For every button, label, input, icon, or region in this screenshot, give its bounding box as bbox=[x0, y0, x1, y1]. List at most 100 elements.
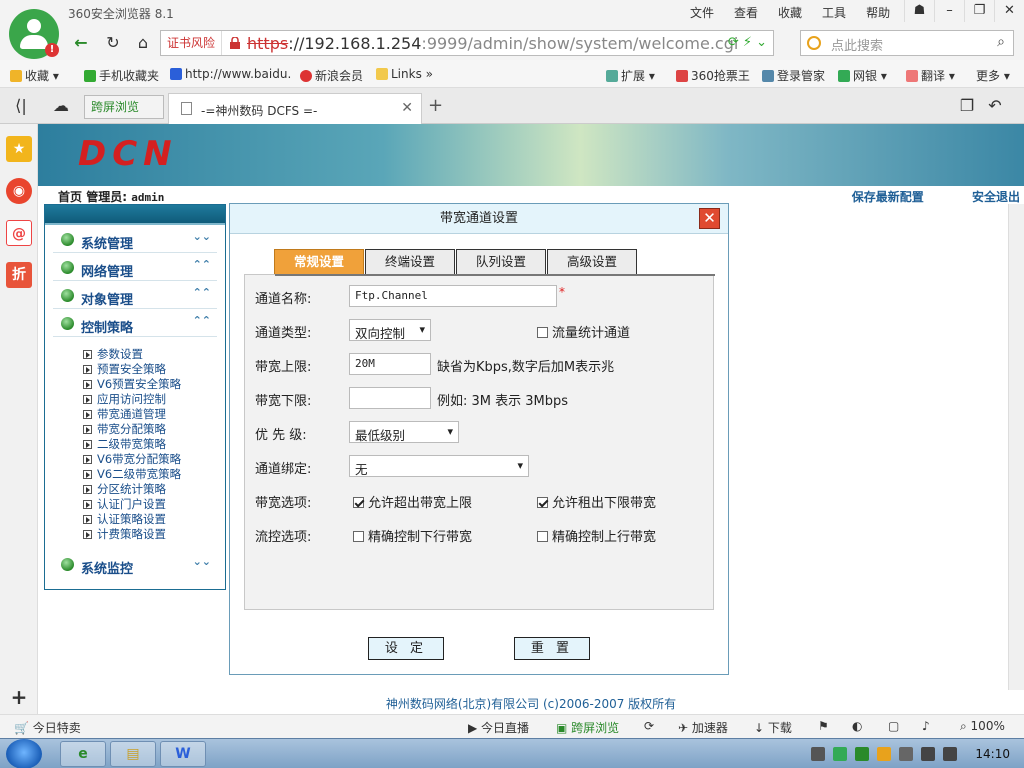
menu-object-management[interactable]: 对象管理 ⌃⌃ bbox=[53, 281, 217, 309]
favorites-button[interactable]: 收藏 ▾ bbox=[10, 67, 59, 84]
breadcrumb-home[interactable]: 首页 bbox=[58, 190, 82, 204]
weibo-icon[interactable]: ◉ bbox=[6, 178, 32, 204]
toolbar-ticket[interactable]: 360抢票王 bbox=[676, 67, 750, 84]
back-icon[interactable]: ← bbox=[70, 32, 92, 54]
fav-links-folder[interactable]: Links » bbox=[376, 67, 433, 81]
submenu-item[interactable]: 分区统计策略 bbox=[83, 482, 225, 497]
submenu-item[interactable]: 计费策略设置 bbox=[83, 527, 225, 542]
menu-network-management[interactable]: 网络管理 ⌃⌃ bbox=[53, 253, 217, 281]
page-scrollbar[interactable] bbox=[1008, 204, 1024, 690]
taskbar-clock[interactable]: 14:10 bbox=[975, 747, 1010, 761]
window-icon[interactable]: ▢ bbox=[888, 719, 899, 733]
minimize-icon[interactable]: – bbox=[934, 0, 964, 22]
menu-system-management[interactable]: 系统管理 ⌄⌄ bbox=[53, 225, 217, 253]
menu-favorites[interactable]: 收藏 bbox=[768, 4, 812, 21]
tray-app-icon[interactable] bbox=[877, 747, 892, 761]
user-avatar-icon[interactable]: ! bbox=[9, 9, 59, 59]
submenu-item[interactable]: V6二级带宽策略 bbox=[83, 467, 225, 482]
taskbar-folder-icon[interactable]: ▤ bbox=[110, 741, 156, 767]
collapse-icon[interactable]: ⌃⌃ bbox=[193, 286, 211, 299]
channel-bind-select[interactable]: 无 bbox=[349, 455, 529, 477]
tray-flag-icon[interactable] bbox=[899, 747, 914, 761]
tab-queue-settings[interactable]: 队列设置 bbox=[456, 249, 546, 274]
allow-exceed-upper-checkbox[interactable]: 允许超出带宽上限 bbox=[353, 492, 472, 511]
toolbar-more[interactable]: 更多 ▾ bbox=[976, 67, 1010, 84]
menu-system-monitor[interactable]: 系统监控 ⌄⌄ bbox=[53, 550, 217, 578]
menu-view[interactable]: 查看 bbox=[724, 4, 768, 21]
close-tab-icon[interactable]: ✕ bbox=[401, 100, 413, 116]
mail-icon[interactable]: @ bbox=[6, 220, 32, 246]
refresh-status-icon[interactable]: ⟳ bbox=[644, 719, 654, 733]
collapse-icon[interactable]: ⌃⌃ bbox=[193, 314, 211, 327]
search-box[interactable]: 点此搜索 ⌕ bbox=[800, 30, 1014, 56]
discount-icon[interactable]: 折 bbox=[6, 262, 32, 288]
sidebar-toggle-icon[interactable]: ⟨| bbox=[10, 95, 32, 117]
menu-file[interactable]: 文件 bbox=[680, 4, 724, 21]
maximize-icon[interactable]: ❐ bbox=[964, 0, 994, 22]
address-tools-icon[interactable]: ⟳ ⚡ ⌄ bbox=[728, 35, 767, 50]
submenu-item[interactable]: 二级带宽策略 bbox=[83, 437, 225, 452]
bandwidth-lower-input[interactable] bbox=[349, 387, 431, 409]
close-window-icon[interactable]: ✕ bbox=[994, 0, 1024, 22]
tab-advanced-settings[interactable]: 高级设置 bbox=[547, 249, 637, 274]
cloud-icon[interactable]: ☁ bbox=[50, 95, 72, 117]
fav-mobile[interactable]: 手机收藏夹 bbox=[84, 67, 159, 84]
menu-control-policy[interactable]: 控制策略 ⌃⌃ bbox=[53, 309, 217, 337]
split-browse-link[interactable]: ▣ 跨屏浏览 bbox=[556, 719, 619, 736]
tray-shield-icon[interactable] bbox=[855, 747, 870, 761]
precise-up-checkbox[interactable]: 精确控制上行带宽 bbox=[537, 526, 656, 545]
channel-type-select[interactable]: 双向控制 bbox=[349, 319, 431, 341]
close-dialog-icon[interactable]: ✕ bbox=[699, 208, 720, 229]
submenu-item[interactable]: 带宽通道管理 bbox=[83, 407, 225, 422]
taskbar-ie-icon[interactable]: e bbox=[60, 741, 106, 767]
live-link[interactable]: ▶ 今日直播 bbox=[468, 719, 529, 736]
fav-baidu[interactable]: http://www.baidu. bbox=[170, 67, 291, 81]
today-sale-link[interactable]: 🛒 今日特卖 bbox=[14, 719, 81, 736]
accelerator-link[interactable]: ✈ 加速器 bbox=[678, 719, 728, 736]
traffic-stat-checkbox[interactable]: 流量统计通道 bbox=[537, 322, 630, 341]
skin-icon[interactable]: ☗ bbox=[904, 0, 934, 22]
undo-close-icon[interactable]: ↶ bbox=[984, 95, 1006, 117]
submenu-item[interactable]: 带宽分配策略 bbox=[83, 422, 225, 437]
tray-volume-icon[interactable] bbox=[943, 747, 958, 761]
logout-link[interactable]: 安全退出 bbox=[972, 190, 1020, 204]
toolbar-login-manager[interactable]: 登录管家 bbox=[762, 67, 825, 84]
taskbar-word-icon[interactable]: W bbox=[160, 741, 206, 767]
tab-active[interactable]: -=神州数码 DCFS =- ✕ bbox=[168, 93, 422, 124]
star-icon[interactable]: ★ bbox=[6, 136, 32, 162]
submenu-item[interactable]: 应用访问控制 bbox=[83, 392, 225, 407]
menu-tools[interactable]: 工具 bbox=[812, 4, 856, 21]
channel-name-input[interactable]: Ftp.Channel bbox=[349, 285, 557, 307]
start-button-icon[interactable] bbox=[6, 739, 42, 768]
bandwidth-upper-input[interactable]: 20M bbox=[349, 353, 431, 375]
fav-sina[interactable]: 新浪会员 bbox=[300, 67, 363, 84]
menu-help[interactable]: 帮助 bbox=[856, 4, 900, 21]
reset-button[interactable]: 重 置 bbox=[514, 637, 590, 660]
submenu-item[interactable]: 参数设置 bbox=[83, 347, 225, 362]
priority-select[interactable]: 最低级别 bbox=[349, 421, 459, 443]
split-browse-tab[interactable]: 跨屏浏览 bbox=[84, 95, 164, 119]
search-engine-icon[interactable] bbox=[807, 36, 821, 50]
address-bar[interactable]: 证书风险 https://192.168.1.254:9999/admin/sh… bbox=[160, 30, 774, 56]
tab-list-icon[interactable]: ❐ bbox=[956, 95, 978, 117]
home-icon[interactable]: ⌂ bbox=[132, 32, 154, 54]
toolbar-bank[interactable]: 网银 ▾ bbox=[838, 67, 887, 84]
tray-360-icon[interactable] bbox=[833, 747, 848, 761]
search-icon[interactable]: ⌕ bbox=[997, 34, 1005, 50]
browser-mode-icon[interactable]: ◐ bbox=[852, 719, 862, 733]
collapse-icon[interactable]: ⌃⌃ bbox=[193, 258, 211, 271]
flag-icon[interactable]: ⚑ bbox=[818, 719, 829, 733]
refresh-icon[interactable]: ↻ bbox=[102, 32, 124, 54]
tab-general-settings[interactable]: 常规设置 bbox=[274, 249, 364, 274]
add-sidebar-icon[interactable]: + bbox=[6, 684, 32, 710]
submenu-item[interactable]: V6预置安全策略 bbox=[83, 377, 225, 392]
allow-borrow-lower-checkbox[interactable]: 允许租出下限带宽 bbox=[537, 492, 656, 511]
tray-film-icon[interactable] bbox=[811, 747, 826, 761]
save-config-link[interactable]: 保存最新配置 bbox=[852, 190, 924, 204]
submenu-item[interactable]: 预置安全策略 bbox=[83, 362, 225, 377]
tray-network-icon[interactable] bbox=[921, 747, 936, 761]
zoom-level[interactable]: ⌕ 100% bbox=[960, 719, 1005, 734]
expand-icon[interactable]: ⌄⌄ bbox=[193, 230, 211, 243]
toolbar-translate[interactable]: 翻译 ▾ bbox=[906, 67, 955, 84]
set-button[interactable]: 设 定 bbox=[368, 637, 444, 660]
